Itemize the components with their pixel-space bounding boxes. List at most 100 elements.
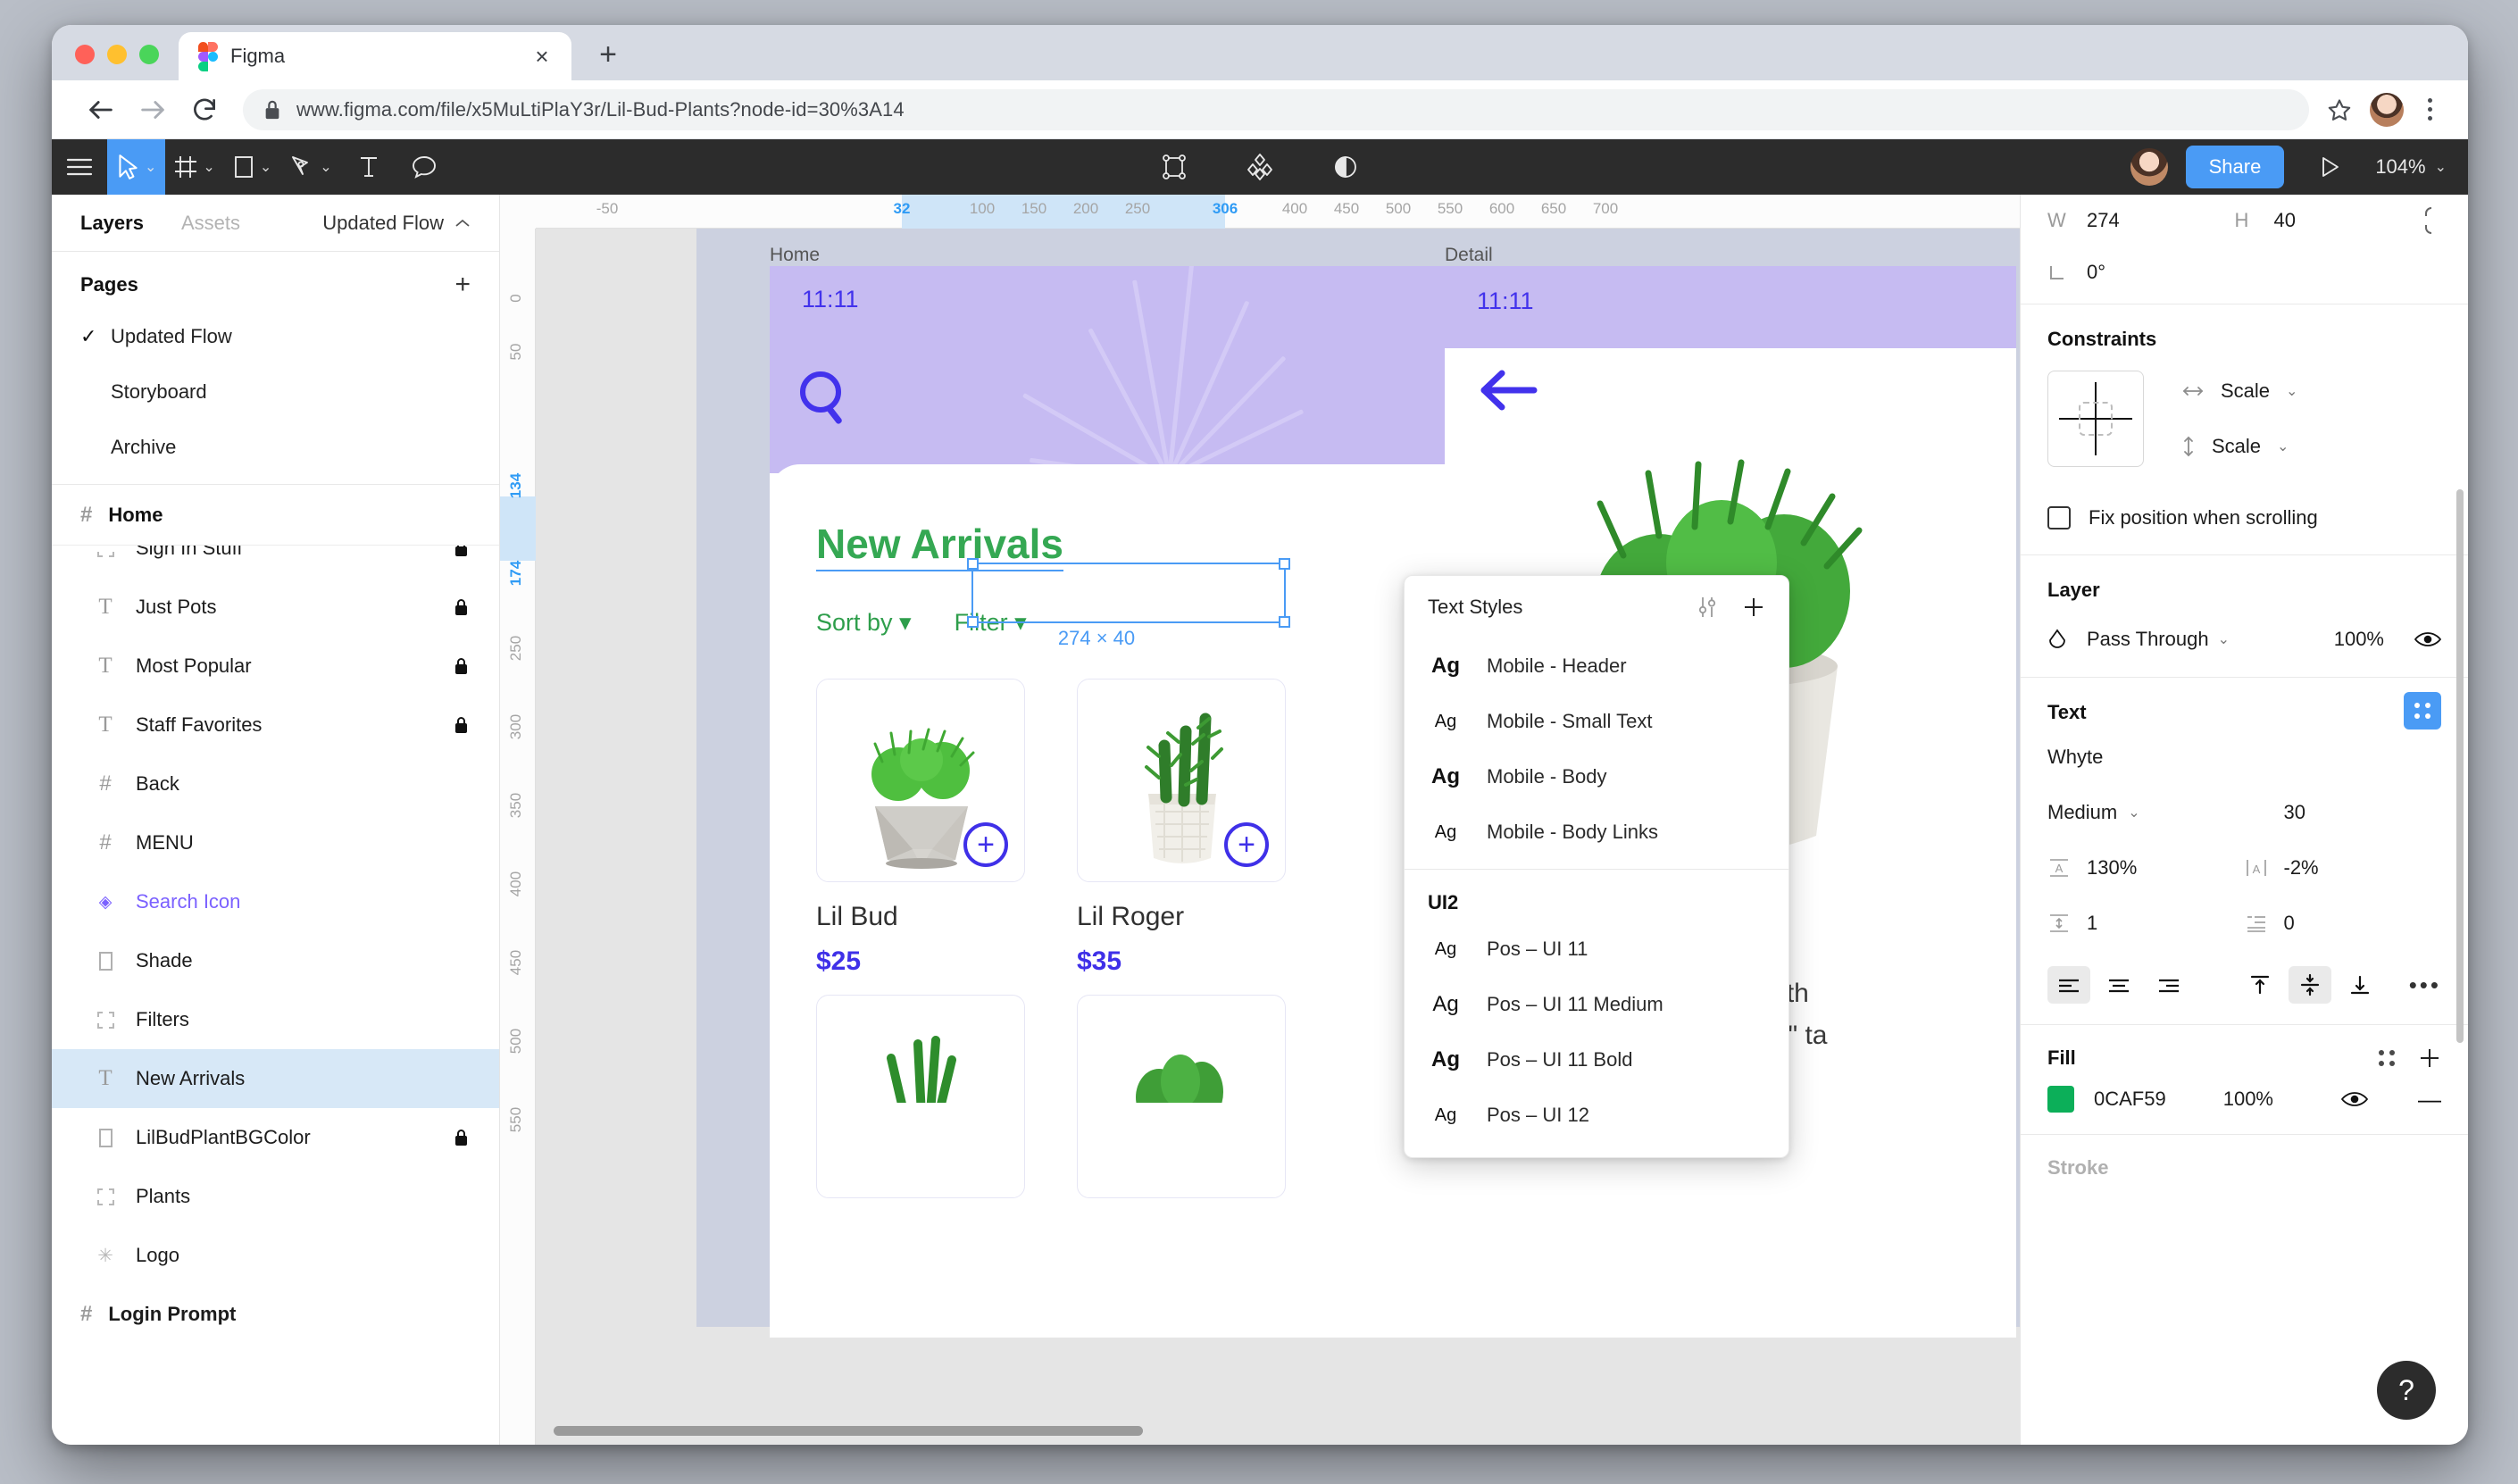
lock-icon[interactable] <box>454 1129 469 1146</box>
close-tab-icon[interactable]: × <box>529 43 555 70</box>
zoom-level-button[interactable]: 104% ⌄ <box>2375 155 2447 179</box>
fix-position-row[interactable]: Fix position when scrolling <box>2047 487 2441 549</box>
component-icon[interactable] <box>1146 139 1202 195</box>
canvas-viewport[interactable]: Home 11:11 New Arrivals Sort by ▾ Filter… <box>536 229 2020 1445</box>
align-left-icon[interactable] <box>2047 966 2090 1004</box>
width-field[interactable]: W 274 <box>2047 209 2235 232</box>
valign-middle-icon[interactable] <box>2289 966 2331 1004</box>
height-field[interactable]: H 40 <box>2235 209 2422 232</box>
text-style-item[interactable]: Ag Mobile - Body <box>1405 749 1788 805</box>
text-tool-button[interactable] <box>341 139 396 195</box>
sliders-icon[interactable] <box>1696 596 1719 619</box>
list-item[interactable]: Plants <box>52 1167 499 1226</box>
share-button[interactable]: Share <box>2185 146 2285 188</box>
list-item[interactable]: # Back <box>52 755 499 813</box>
valign-top-icon[interactable] <box>2239 966 2281 1004</box>
reload-icon[interactable] <box>179 84 230 136</box>
paragraph-spacing-field[interactable]: 1 <box>2047 912 2245 935</box>
canvas-area[interactable]: Home 11:11 New Arrivals Sort by ▾ Filter… <box>500 195 2020 1445</box>
eye-icon[interactable] <box>2414 630 2441 648</box>
move-tool-button[interactable]: ⌄ <box>107 139 166 195</box>
maximize-window-button[interactable] <box>139 45 159 64</box>
lock-icon[interactable] <box>454 657 469 675</box>
frame-title-detail[interactable]: Detail <box>1445 245 1493 266</box>
shape-tool-button[interactable]: ⌄ <box>224 139 280 195</box>
page-selector[interactable]: Updated Flow <box>322 212 471 235</box>
align-right-icon[interactable] <box>2147 966 2190 1004</box>
chevron-down-icon[interactable]: ⌄ <box>320 158 331 176</box>
tab-assets[interactable]: Assets <box>181 212 240 235</box>
new-tab-button[interactable]: + <box>586 32 630 77</box>
fill-opacity-value[interactable]: 100% <box>2223 1088 2273 1111</box>
back-arrow-icon[interactable] <box>1477 368 1539 413</box>
add-page-button[interactable]: + <box>454 270 471 300</box>
product-card[interactable] <box>1077 995 1286 1198</box>
product-card[interactable]: + <box>816 679 1025 882</box>
font-weight-select[interactable]: Medium ⌄ <box>2047 801 2245 824</box>
minimize-window-button[interactable] <box>107 45 127 64</box>
vertical-constraint[interactable]: Scale ⌄ <box>2181 435 2297 458</box>
text-style-item[interactable]: Ag Mobile - Header <box>1405 638 1788 694</box>
minus-icon[interactable]: — <box>2418 1086 2441 1113</box>
layer-frame-login-prompt[interactable]: # Login Prompt <box>52 1285 499 1344</box>
sort-by-dropdown[interactable]: Sort by ▾ <box>816 609 912 637</box>
valign-bottom-icon[interactable] <box>2339 966 2381 1004</box>
resize-handle-tl[interactable] <box>967 558 979 570</box>
resize-handle-br[interactable] <box>1279 616 1290 628</box>
list-item[interactable]: Filters <box>52 990 499 1049</box>
list-item[interactable]: ✳ Logo <box>52 1226 499 1285</box>
frame-title-home[interactable]: Home <box>770 245 820 266</box>
product-card[interactable]: + <box>1077 679 1286 882</box>
fill-color-swatch[interactable] <box>2047 1086 2074 1113</box>
style-dots-icon[interactable] <box>2404 692 2441 729</box>
right-panel-scrollbar[interactable] <box>2456 489 2464 1043</box>
horizontal-scrollbar[interactable] <box>554 1426 1143 1436</box>
list-item[interactable]: ◈ Search Icon <box>52 872 499 931</box>
font-size-field[interactable]: 30 <box>2245 801 2442 824</box>
list-item-new-arrivals[interactable]: T New Arrivals <box>52 1049 499 1108</box>
text-style-item[interactable]: Ag Pos – UI 11 <box>1405 921 1788 977</box>
list-item[interactable]: LilBudPlantBGColor <box>52 1108 499 1167</box>
eye-icon[interactable] <box>2341 1090 2368 1108</box>
chevron-down-icon[interactable]: ⌄ <box>2218 630 2230 648</box>
page-item-updated-flow[interactable]: ✓ Updated Flow <box>52 309 499 364</box>
browser-tab[interactable]: Figma × <box>179 32 571 80</box>
forward-arrow-icon[interactable] <box>127 84 179 136</box>
text-style-item[interactable]: Ag Mobile - Body Links <box>1405 805 1788 860</box>
tab-layers[interactable]: Layers <box>80 212 144 235</box>
text-style-item[interactable]: Ag Pos – UI 11 Bold <box>1405 1032 1788 1088</box>
resize-handle-bl[interactable] <box>967 616 979 628</box>
close-window-button[interactable] <box>75 45 95 64</box>
fill-hex-value[interactable]: 0CAF59 <box>2094 1088 2166 1111</box>
link-sizes-icon[interactable] <box>2422 206 2441 235</box>
plus-circle-icon[interactable]: + <box>1224 822 1269 867</box>
style-dots-icon[interactable] <box>2379 1050 2395 1066</box>
paragraph-indent-field[interactable]: 0 <box>2245 912 2442 935</box>
plugins-icon[interactable] <box>1232 139 1288 195</box>
list-item[interactable]: Shade <box>52 931 499 990</box>
browser-profile-avatar[interactable] <box>2370 92 2404 127</box>
fix-position-checkbox[interactable] <box>2047 506 2071 529</box>
comment-tool-button[interactable] <box>396 139 452 195</box>
text-style-item[interactable]: Ag Mobile - Small Text <box>1405 694 1788 749</box>
more-options-icon[interactable]: ••• <box>2409 971 2441 999</box>
vertical-ruler[interactable]: 0 50 134 174 250 300 350 400 450 500 550 <box>500 229 536 1445</box>
list-item[interactable]: # MENU <box>52 813 499 872</box>
resize-handle-tr[interactable] <box>1279 558 1290 570</box>
pen-tool-button[interactable]: ⌄ <box>280 139 340 195</box>
chevron-down-icon[interactable]: ⌄ <box>2435 158 2447 176</box>
chevron-down-icon[interactable]: ⌄ <box>2277 438 2289 455</box>
lock-icon[interactable] <box>454 598 469 616</box>
blend-mode-value[interactable]: Pass Through <box>2087 628 2209 651</box>
help-button[interactable]: ? <box>2377 1361 2436 1420</box>
constraints-widget[interactable] <box>2047 371 2144 467</box>
list-item[interactable]: T Most Popular <box>52 637 499 696</box>
chevron-down-icon[interactable]: ⌄ <box>260 158 271 176</box>
chevron-down-icon[interactable]: ⌄ <box>203 158 214 176</box>
rotation-row[interactable]: 0° <box>2047 246 2441 298</box>
lock-icon[interactable] <box>454 716 469 734</box>
plus-icon[interactable] <box>1742 596 1765 619</box>
horizontal-constraint[interactable]: Scale ⌄ <box>2181 379 2297 403</box>
layer-frame-home[interactable]: # Home <box>52 485 499 546</box>
frame-tool-button[interactable]: ⌄ <box>165 139 223 195</box>
